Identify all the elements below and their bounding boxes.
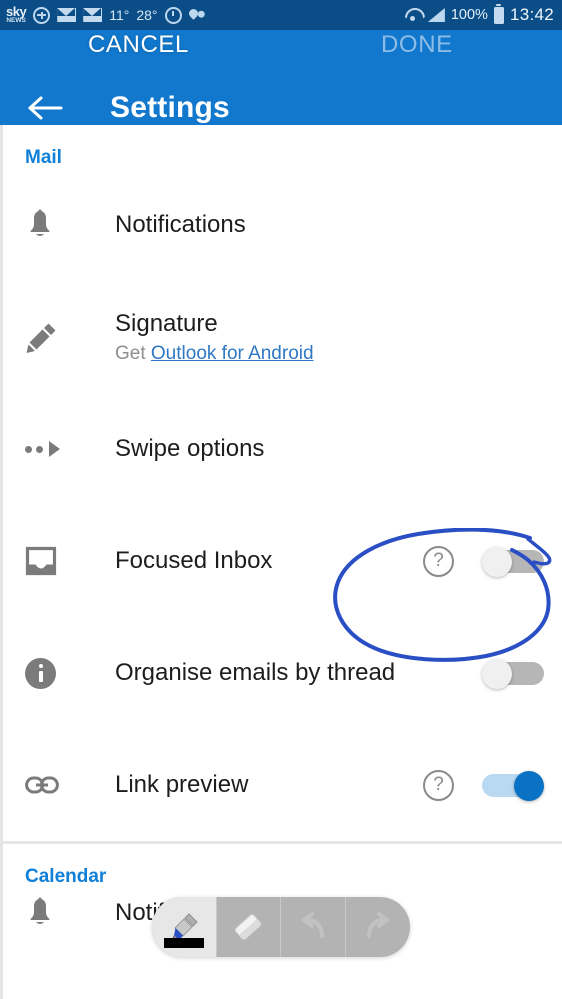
mail-icon: [83, 8, 103, 22]
row-label: Notifications: [115, 211, 246, 238]
pencil-icon: [25, 320, 87, 354]
help-icon[interactable]: ?: [423, 545, 454, 577]
pen-color-swatch[interactable]: [163, 938, 204, 948]
redo-tool[interactable]: [346, 897, 411, 957]
settings-row-notifications[interactable]: Notifications: [3, 169, 562, 281]
help-icon[interactable]: ?: [423, 769, 454, 801]
toggle-knob: [482, 659, 512, 689]
status-bar: sky NEWS 11° 28° 100% 13:42: [0, 0, 562, 30]
mail-icon: [57, 8, 77, 22]
cancel-button[interactable]: CANCEL: [88, 31, 189, 59]
row-label: Signature: [115, 309, 218, 337]
app-bar: Settings: [0, 30, 562, 125]
battery-icon: [493, 4, 504, 24]
temperature-1: 11°: [109, 7, 130, 23]
battery-percent: 100%: [450, 7, 488, 23]
sky-logo-bottom: NEWS: [6, 17, 26, 25]
phone-screen: sky NEWS 11° 28° 100% 13:42 Settings CAN…: [0, 0, 562, 999]
pen-tool[interactable]: [152, 897, 217, 957]
location-pin-icon: [186, 6, 200, 20]
row-label: Focused Inbox: [115, 547, 273, 574]
cellular-signal-icon: [427, 8, 445, 22]
swipe-dot: [36, 445, 43, 453]
outlook-for-android-link[interactable]: Outlook for Android: [151, 343, 314, 364]
link-preview-toggle[interactable]: [482, 771, 544, 801]
wifi-icon: [404, 8, 422, 23]
row-label: Swipe options: [115, 435, 265, 462]
sky-news-logo: sky NEWS: [6, 5, 27, 25]
signature-sub-prefix: Get: [115, 342, 151, 364]
swipe-dot: [25, 445, 32, 453]
eraser-tool[interactable]: [217, 897, 281, 957]
toggle-knob: [482, 547, 512, 577]
row-label: Link preview: [115, 771, 249, 798]
page-title: Settings: [110, 91, 230, 124]
toggle-knob: [514, 771, 544, 801]
bell-icon: [25, 897, 87, 929]
row-sublabel: Get Outlook for Android: [115, 343, 544, 365]
back-arrow-icon[interactable]: [28, 96, 64, 120]
done-button[interactable]: DONE: [381, 31, 453, 59]
link-icon: [25, 774, 87, 796]
temperature-2: 28°: [136, 7, 158, 23]
alarm-icon: [164, 6, 182, 24]
section-header-mail: Mail: [25, 147, 62, 168]
settings-list: Mail Notifications Signature Get Outlook…: [0, 125, 562, 999]
undo-tool[interactable]: [281, 897, 346, 957]
bell-icon: [25, 209, 87, 241]
status-bar-clock: 13:42: [509, 5, 554, 24]
focused-inbox-toggle[interactable]: [482, 547, 544, 577]
settings-row-link-preview[interactable]: Link preview ?: [3, 729, 562, 841]
settings-row-swipe-options[interactable]: Swipe options: [3, 393, 562, 505]
settings-row-signature[interactable]: Signature Get Outlook for Android: [3, 281, 562, 393]
settings-row-focused-inbox[interactable]: Focused Inbox ?: [3, 505, 562, 617]
swipe-icon: [25, 441, 87, 457]
swipe-arrow: [49, 441, 60, 457]
row-label: Organise emails by thread: [115, 659, 396, 686]
inbox-icon: [25, 546, 87, 576]
info-icon: [25, 657, 87, 689]
settings-row-organise-emails-by-thread[interactable]: Organise emails by thread: [3, 617, 562, 729]
section-header-calendar: Calendar: [25, 866, 107, 887]
sync-icon: [33, 6, 51, 24]
screenshot-edit-toolbar: [152, 897, 410, 957]
organise-emails-by-thread-toggle[interactable]: [482, 659, 544, 689]
